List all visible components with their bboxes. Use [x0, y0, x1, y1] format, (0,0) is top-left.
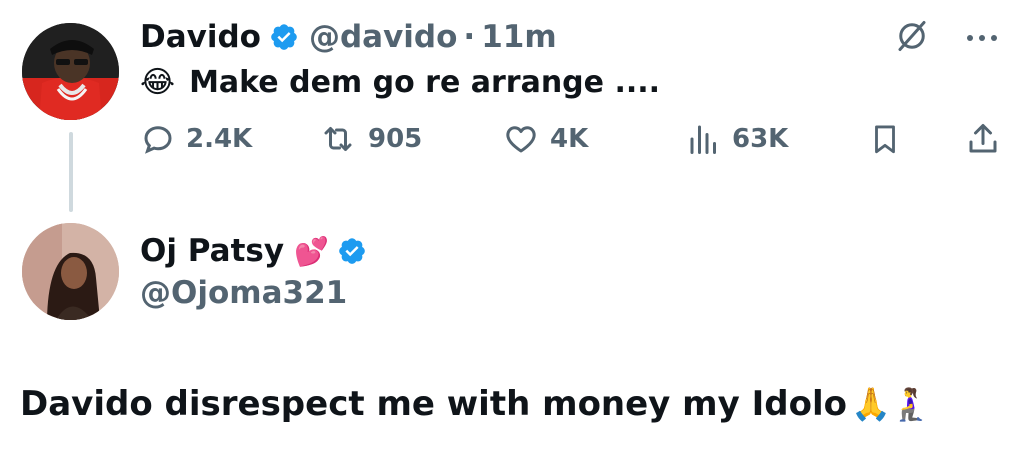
- avatar-oj-patsy[interactable]: [22, 223, 119, 320]
- tweet-text: Make dem go re arrange ....: [189, 64, 661, 100]
- separator-dot: ·: [463, 19, 476, 55]
- avatar-image: [22, 223, 119, 320]
- share-button[interactable]: [964, 115, 1012, 163]
- verified-badge-icon: [337, 236, 367, 266]
- reply-author-handle[interactable]: @Ojoma321: [140, 270, 347, 316]
- reply-count: 2.4K: [186, 124, 253, 154]
- tears-of-joy-emoji: 😂: [140, 64, 176, 100]
- reply-emojis: 🙏🧎‍♀️: [850, 385, 931, 423]
- bookmark-button[interactable]: [868, 115, 912, 163]
- more-options-icon[interactable]: [964, 29, 1000, 48]
- two-hearts-emoji: 💕: [294, 234, 329, 268]
- reply-author-name[interactable]: Oj Patsy: [140, 233, 284, 269]
- share-icon: [969, 124, 997, 153]
- repost-count: 905: [368, 124, 423, 154]
- tweet-thread: Davido @davido · 11m 😂 Make dem go re ar…: [0, 0, 1024, 469]
- heart-icon: [506, 126, 536, 153]
- reply-icon: [144, 126, 172, 154]
- view-count: 63K: [732, 124, 789, 154]
- author-name[interactable]: Davido: [140, 19, 261, 55]
- avatar-image: [22, 23, 119, 120]
- avatar-davido[interactable]: [22, 23, 119, 120]
- reply-button[interactable]: 2.4K: [140, 115, 252, 163]
- tweet-header: Davido @davido · 11m: [140, 14, 557, 60]
- tweet-timestamp[interactable]: 11m: [481, 19, 556, 55]
- like-button[interactable]: 4K: [502, 115, 588, 163]
- tweet-body: 😂 Make dem go re arrange ....: [140, 60, 660, 104]
- reply-header: Oj Patsy 💕: [140, 228, 377, 274]
- grok-icon[interactable]: [894, 18, 930, 58]
- tweet-top-actions: [894, 18, 1000, 58]
- views-button[interactable]: 63K: [686, 115, 788, 163]
- repost-button[interactable]: 905: [318, 115, 422, 163]
- reply-body: Davido disrespect me with money my Idolo…: [20, 378, 931, 430]
- analytics-icon: [690, 125, 716, 154]
- repost-icon: [324, 127, 352, 151]
- verified-badge-icon: [269, 22, 299, 52]
- thread-connector-line: [69, 132, 73, 212]
- bookmark-icon: [875, 125, 895, 154]
- like-count: 4K: [550, 124, 589, 154]
- tweet-action-bar: 2.4K 905 4K 63K: [140, 115, 1002, 163]
- reply-text: Davido disrespect me with money my Idolo: [20, 384, 847, 424]
- author-handle[interactable]: @davido: [309, 19, 457, 55]
